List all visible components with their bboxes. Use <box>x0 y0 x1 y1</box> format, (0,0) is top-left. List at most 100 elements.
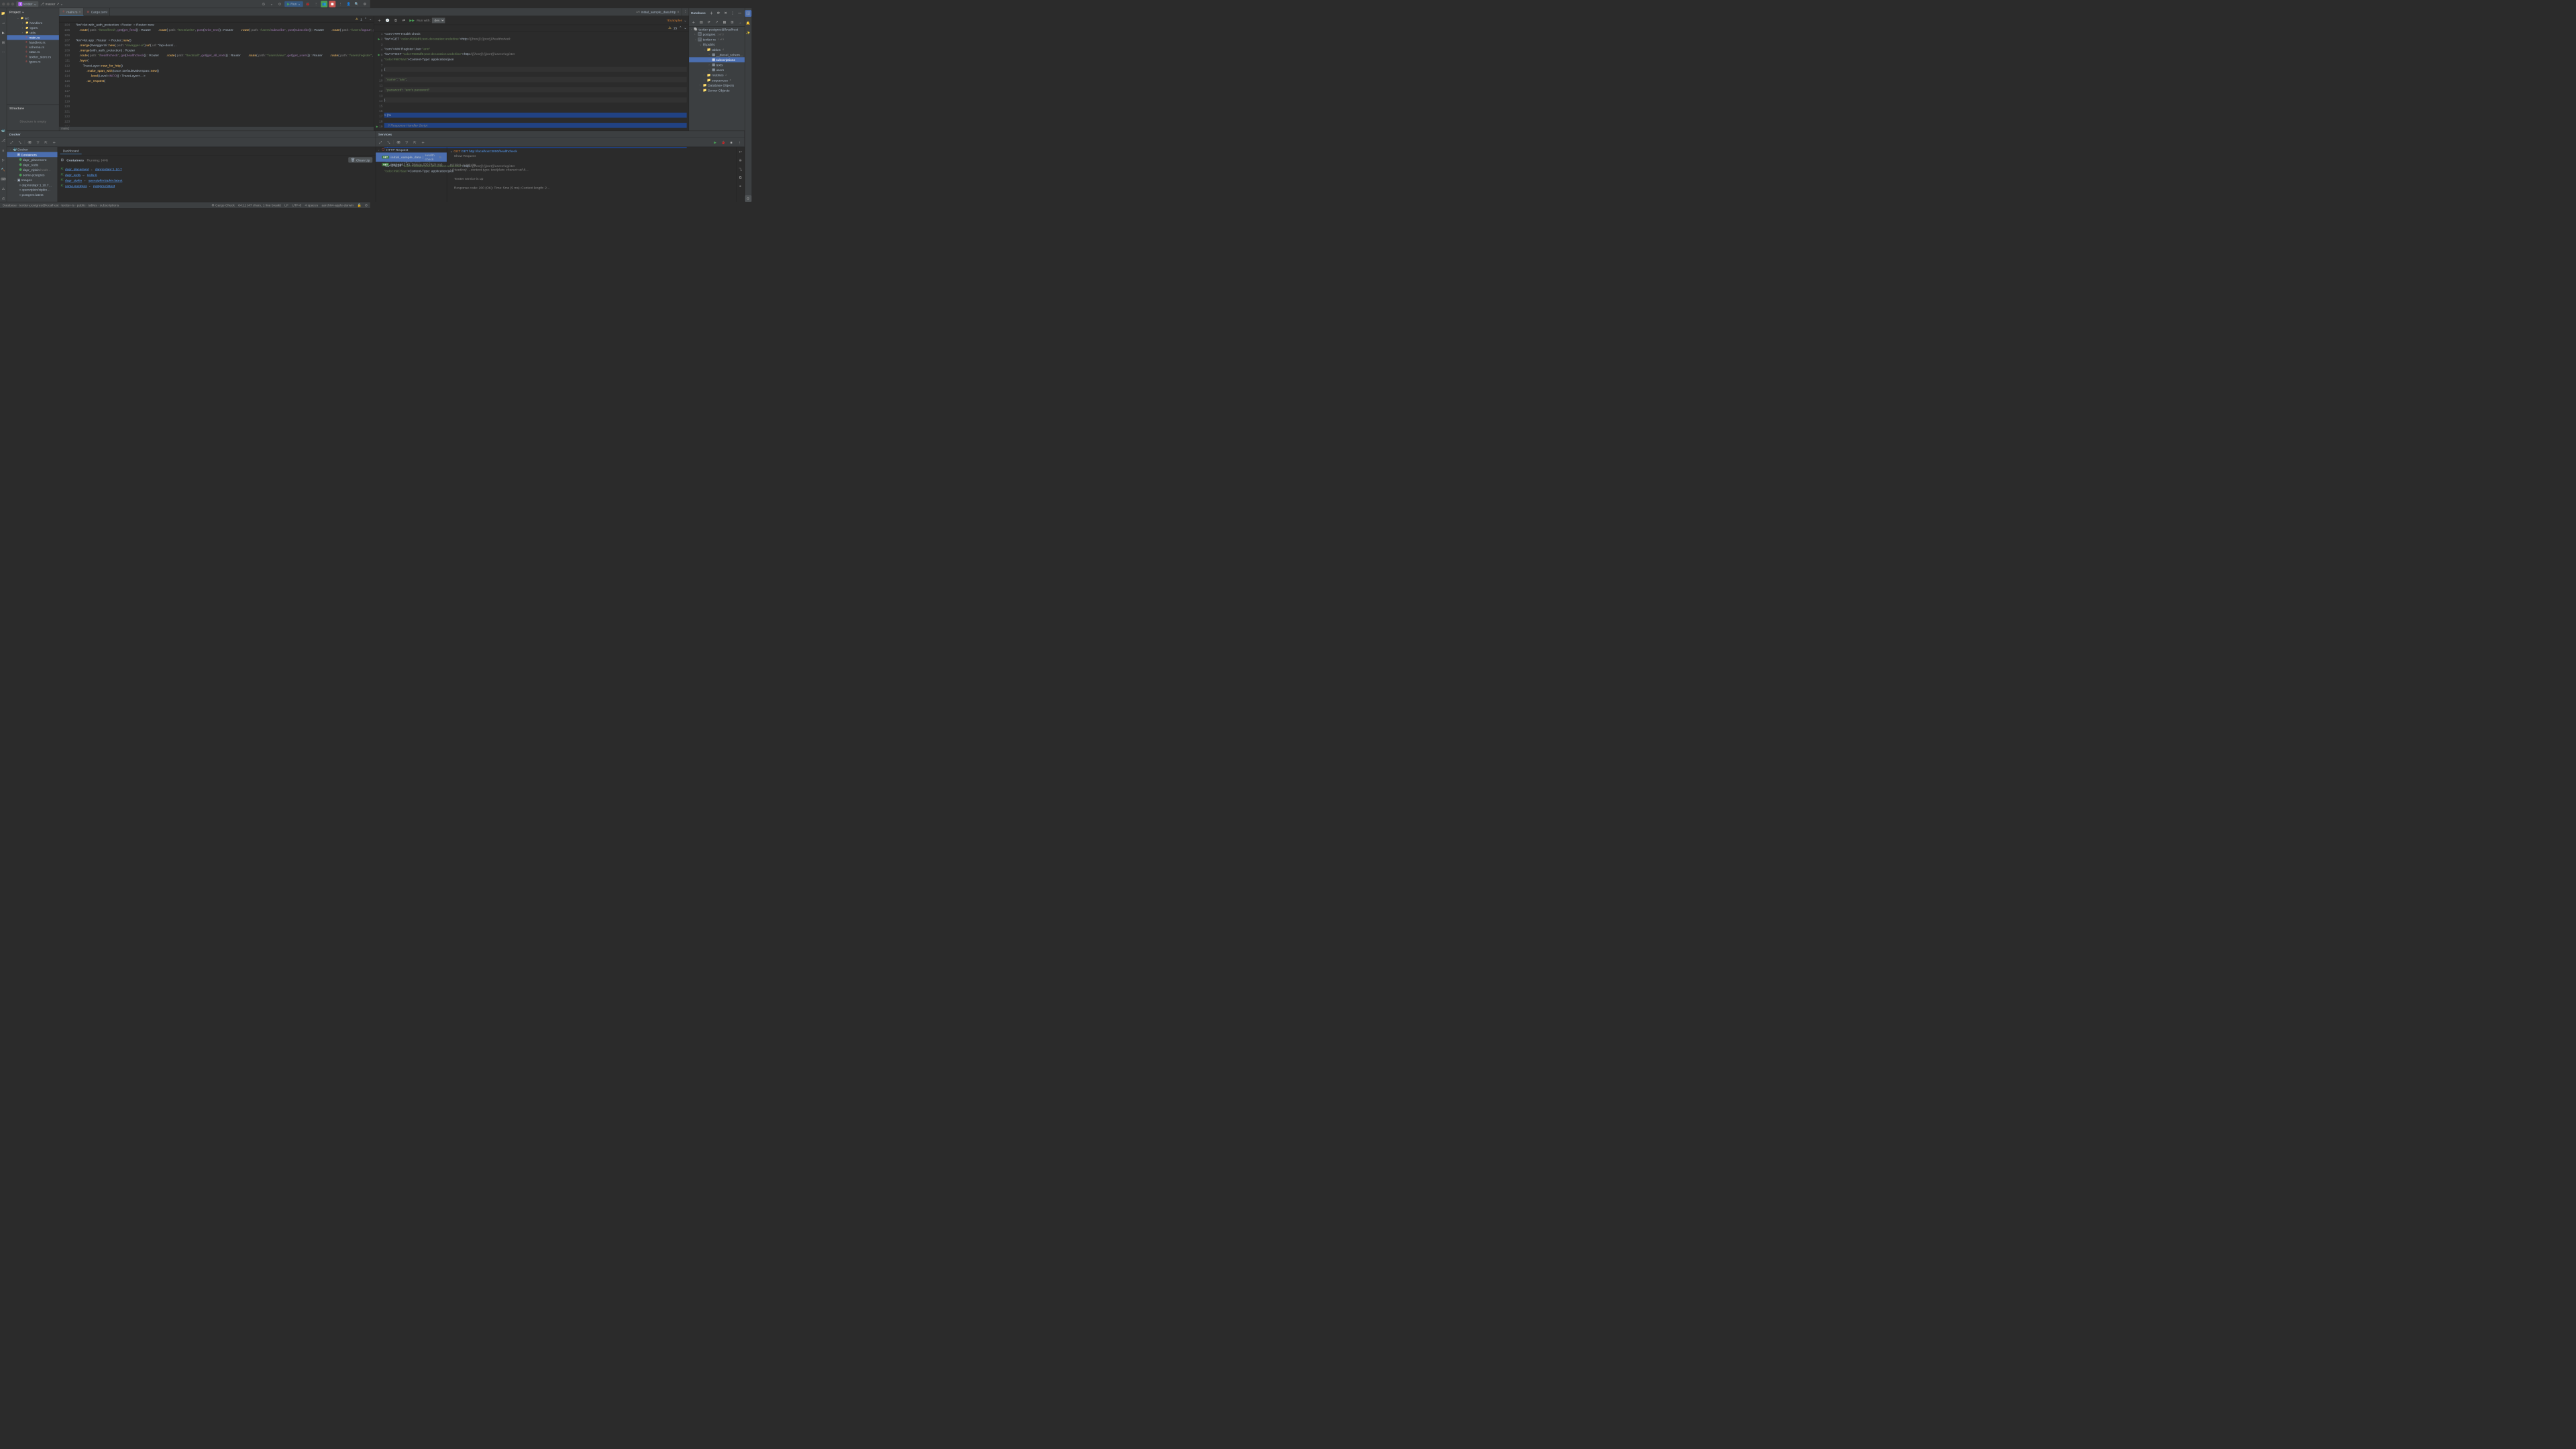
tab-cargo-toml[interactable]: ⚙Cargo.toml <box>84 8 110 15</box>
docker-container[interactable]: ⬢some-postgres <box>7 172 57 178</box>
container-link[interactable]: dapr_redis <box>65 173 80 177</box>
lock-icon[interactable]: 🔒 <box>357 203 361 207</box>
tree-file-main[interactable]: ®main.rs <box>7 35 59 40</box>
add-icon[interactable]: ＋ <box>420 139 427 146</box>
chevron-down-icon[interactable]: ⌄ <box>268 1 275 7</box>
submit-icon[interactable]: ↗ <box>714 19 720 25</box>
more-icon[interactable]: ⋮ <box>730 9 735 16</box>
service-output[interactable]: ⌄ GET GET http://localhost:3000/healthch… <box>447 147 736 202</box>
docker-image[interactable]: ○openzipkin/zipkin… <box>7 187 57 192</box>
chevron-down-icon[interactable]: ⌄ <box>684 18 686 22</box>
chevron-up-icon[interactable]: ⌃ <box>679 26 682 30</box>
service-request[interactable]: GETinitial_sample_data | Health check S… <box>376 152 447 162</box>
db-routines[interactable]: ›📁routines2 <box>689 72 745 78</box>
copy-icon[interactable]: ⧉ <box>737 174 744 181</box>
forward-icon[interactable]: → <box>737 19 743 25</box>
view-icon[interactable]: ▦ <box>721 19 727 25</box>
tree-folder[interactable]: ›📁utils <box>7 30 59 35</box>
minimize-icon[interactable]: — <box>737 9 743 16</box>
examples-link[interactable]: *Examples <box>667 18 683 22</box>
settings-icon[interactable]: ⚙ <box>362 1 368 7</box>
tree-folder[interactable]: ›📁types <box>7 25 59 30</box>
docker-containers-node[interactable]: ⌄⊞Containers <box>7 152 57 158</box>
show-icon[interactable]: 👁 <box>395 139 402 146</box>
tree-file[interactable]: ®state.rs <box>7 50 59 54</box>
chevron-down-icon[interactable]: ⌄ <box>369 17 372 21</box>
scroll-icon[interactable]: ⇊ <box>737 157 744 164</box>
tree-file[interactable]: ®schema.rs <box>7 45 59 50</box>
project-tool-icon[interactable]: 📁 <box>0 10 7 17</box>
history-icon[interactable]: 🕘 <box>384 17 391 23</box>
add-datasource-icon[interactable]: ＋ <box>708 9 714 16</box>
container-link[interactable]: dapr_placement <box>65 167 89 171</box>
warning-icon[interactable]: ⚠ <box>668 26 671 30</box>
clock-icon[interactable]: ◷ <box>260 1 267 7</box>
indent-setting[interactable]: 4 spaces <box>305 203 318 207</box>
db-table[interactable]: ›▦__diesel_schem… <box>689 52 745 58</box>
chevron-up-icon[interactable]: ⌃ <box>364 17 367 21</box>
code-with-me-icon[interactable]: 👥 <box>321 1 327 7</box>
filter-icon[interactable]: ▽ <box>403 139 410 146</box>
chevron-down-icon[interactable]: ⌄ <box>21 9 24 13</box>
collaborators-icon[interactable]: 👤 <box>345 1 352 7</box>
expand-icon[interactable]: ⤢ <box>9 139 15 146</box>
db-sequences[interactable]: ›📁sequences6 <box>689 78 745 83</box>
table-icon[interactable]: ⊞ <box>729 19 735 25</box>
db-server-objects[interactable]: ›📁Server Objects <box>689 88 745 93</box>
collapse-icon[interactable]: ⤡ <box>385 139 392 146</box>
db-objects[interactable]: ›📁Database Objects <box>689 83 745 88</box>
db-tables-node[interactable]: ⌄📁tables4 <box>689 47 745 52</box>
build-tool-icon[interactable]: 🔨 <box>0 166 7 173</box>
commit-tool-icon[interactable]: ⊸ <box>0 20 7 27</box>
git-branch[interactable]: ⎇ master ↗ ⌄ <box>40 2 63 6</box>
rerun-icon[interactable]: ▶ <box>712 139 718 146</box>
container-link[interactable]: some-postgres <box>65 184 87 188</box>
readonly-icon[interactable]: ⊘ <box>365 203 368 207</box>
expand-icon[interactable]: ⤢ <box>377 139 384 146</box>
run-env-select[interactable]: dev <box>432 17 445 23</box>
run-all-icon[interactable]: ▶▶ <box>409 17 415 23</box>
line-separator[interactable]: LF <box>284 203 288 207</box>
stop-icon[interactable]: ✕ <box>723 9 729 16</box>
warning-icon[interactable]: ⚠ <box>356 17 358 21</box>
tree-folder[interactable]: ›📁handlers <box>7 21 59 25</box>
cargo-check[interactable]: ⚙ Cargo Check <box>211 203 235 207</box>
debug-tool-icon[interactable]: ▶ <box>0 30 7 36</box>
chevron-right-icon[interactable]: › <box>450 168 451 172</box>
more-icon[interactable]: ⋮ <box>337 1 344 7</box>
more-icon[interactable]: ⋮ <box>736 139 743 146</box>
run-target-icon[interactable]: ⊙ <box>276 1 283 7</box>
db-database[interactable]: ›🗄postgres1 of 3 <box>689 32 745 37</box>
filter-icon[interactable]: ▽ <box>35 139 42 146</box>
assistant-icon[interactable]: ⊙ <box>745 195 751 202</box>
db-table[interactable]: ›▦users <box>689 67 745 72</box>
image-link[interactable]: daprio/dapr:1.10.7 <box>95 167 122 171</box>
tree-folder-src[interactable]: ⌄📁src <box>7 15 59 20</box>
add-request-icon[interactable]: ＋ <box>376 17 383 23</box>
close-icon[interactable]: × <box>677 10 679 14</box>
db-schema[interactable]: ⌄⊟public <box>689 42 745 48</box>
run-tool-icon[interactable]: ▷ <box>0 156 7 163</box>
jump-to-console-icon[interactable]: ▤ <box>698 19 704 25</box>
http-request-node[interactable]: ⌄⬡HTTP Request <box>376 147 447 152</box>
services-tool-icon[interactable]: ≡ <box>0 147 7 154</box>
run-button[interactable]: ▶ Run ⌄ <box>284 1 303 7</box>
docker-image[interactable]: ○postgres:latest <box>7 193 57 197</box>
docker-container[interactable]: ⬢dapr_zipkin healt… <box>7 167 57 172</box>
stop-button[interactable] <box>329 1 335 7</box>
tabs-more-icon[interactable]: ⋮ <box>682 8 689 15</box>
service-request[interactable]: GETrest-api | #1 Status: 200 (419 ms) <box>376 162 447 167</box>
show-icon[interactable]: 👁 <box>26 139 33 146</box>
more-actions-icon[interactable]: ⋮ <box>313 1 319 7</box>
status-crumbs[interactable]: Database›textter-postgres@localhost›text… <box>3 203 119 207</box>
project-selector[interactable]: t textter ⌄ <box>16 1 38 7</box>
docker-images-node[interactable]: ⌄▣Images <box>7 178 57 183</box>
docker-container[interactable]: ⬢dapr_redis <box>7 162 57 168</box>
debug-icon[interactable]: 🐞 <box>720 139 727 146</box>
tree-file[interactable]: ®textter_store.rs <box>7 54 59 59</box>
copy-icon[interactable]: ⧉ <box>392 17 399 23</box>
db-table-selected[interactable]: ›▦subscriptions <box>689 57 745 62</box>
refresh-icon[interactable]: ⟳ <box>716 9 721 16</box>
collapse-icon[interactable]: ⤡ <box>17 139 23 146</box>
soft-wrap-icon[interactable]: ⤵ <box>737 166 744 172</box>
